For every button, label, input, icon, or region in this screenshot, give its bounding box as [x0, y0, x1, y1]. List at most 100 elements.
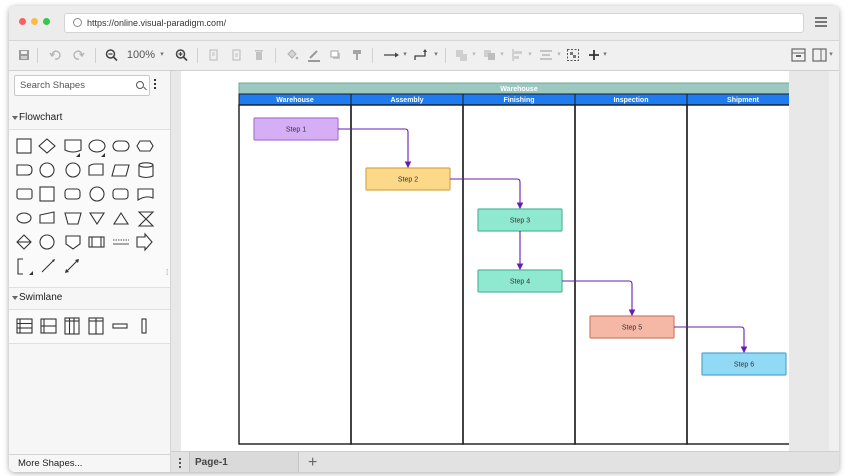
sidebar-collapse-handle[interactable]: ⁞ — [166, 268, 168, 277]
stored-data-shape-icon[interactable] — [64, 188, 81, 200]
preparation-shape-icon[interactable] — [136, 140, 154, 152]
terminator-ellipse-shape-icon[interactable] — [88, 139, 106, 153]
panel-toggle-icon[interactable] — [791, 47, 806, 63]
vertical-scrollbar[interactable] — [829, 71, 839, 451]
connector-arrow[interactable] — [674, 326, 748, 354]
arrow-shape-icon[interactable] — [136, 232, 153, 252]
vertical-pool-shape-icon[interactable] — [64, 317, 80, 335]
data-shape-icon[interactable] — [111, 164, 130, 177]
to-back-chevron-icon[interactable]: ▾ — [498, 47, 506, 63]
process-shape-icon[interactable] — [16, 138, 32, 154]
delay-shape-icon[interactable] — [16, 164, 33, 176]
paper-tape-shape-icon[interactable] — [137, 188, 154, 201]
add-icon[interactable] — [588, 47, 600, 63]
align-chevron-icon[interactable]: ▾ — [526, 47, 534, 63]
zoom-out-icon[interactable] — [105, 47, 118, 63]
line-color-icon[interactable] — [307, 47, 321, 63]
manual-operation-shape-icon[interactable] — [16, 188, 33, 200]
ellipse-shape-icon[interactable] — [16, 212, 32, 224]
vertical-separator-shape-icon[interactable] — [141, 318, 147, 334]
horizontal-pool-shape-icon[interactable] — [16, 318, 33, 334]
trapezoid-shape-icon[interactable] — [64, 212, 82, 225]
add-page-icon[interactable]: + — [308, 453, 317, 472]
page-tab[interactable]: Page-1 — [189, 452, 299, 472]
save-icon[interactable] — [18, 47, 30, 63]
add-dropdown-chevron-icon[interactable]: ▾ — [601, 47, 609, 63]
zoom-level[interactable]: 100% — [125, 47, 157, 63]
diagram-canvas[interactable]: Warehouse Warehouse Assembly Finishing Inspe… — [171, 71, 829, 451]
minimize-window-dot[interactable] — [31, 18, 38, 25]
close-window-dot[interactable] — [19, 18, 26, 25]
more-shapes-button[interactable]: More Shapes... — [9, 454, 170, 472]
connector-arrow[interactable] — [338, 128, 412, 169]
layout-icon[interactable] — [812, 47, 827, 63]
align-icon[interactable] — [511, 47, 525, 63]
decision-shape-icon[interactable] — [38, 138, 56, 154]
zoom-dropdown-chevron-icon[interactable]: ▾ — [158, 47, 166, 63]
browser-menu-icon[interactable] — [815, 17, 827, 27]
distribute-chevron-icon[interactable]: ▾ — [555, 47, 563, 63]
collate-shape-icon[interactable] — [137, 211, 155, 227]
zoom-in-icon[interactable] — [175, 47, 188, 63]
connector-arrow[interactable] — [450, 178, 524, 210]
layout-chevron-icon[interactable]: ▾ — [827, 47, 835, 63]
or-shape-icon[interactable] — [65, 162, 81, 178]
internal-storage-shape-icon[interactable] — [39, 186, 55, 202]
swimlane[interactable] — [350, 104, 464, 445]
off-page-shape-icon[interactable] — [65, 235, 81, 250]
swimlane[interactable] — [574, 104, 688, 445]
merge-shape-icon[interactable] — [88, 212, 106, 226]
paste-icon[interactable] — [231, 47, 242, 63]
circle-shape-icon[interactable] — [39, 234, 55, 250]
to-front-chevron-icon[interactable]: ▾ — [470, 47, 478, 63]
group-icon[interactable] — [566, 47, 580, 63]
page-menu-icon[interactable] — [179, 458, 181, 470]
waypoint-dropdown-chevron-icon[interactable]: ▾ — [432, 47, 440, 63]
line-shape-icon[interactable] — [41, 259, 55, 273]
to-back-icon[interactable] — [483, 47, 497, 63]
distribute-icon[interactable] — [538, 47, 554, 63]
format-painter-icon[interactable] — [350, 47, 364, 63]
toolbar-divider — [197, 48, 198, 63]
sidebar-menu-icon[interactable] — [154, 79, 156, 91]
maximize-window-dot[interactable] — [43, 18, 50, 25]
database-top-icon — [138, 162, 154, 168]
search-shapes-input[interactable]: Search Shapes — [14, 75, 150, 96]
waypoint-style-icon[interactable] — [413, 47, 431, 63]
rounded-rect-shape-icon[interactable] — [112, 140, 130, 152]
diagram-page[interactable]: Warehouse Warehouse Assembly Finishing Inspe… — [181, 71, 800, 451]
connector-shape-icon[interactable] — [89, 186, 105, 202]
section-header-swimlane[interactable]: Swimlane — [9, 287, 170, 310]
fill-color-icon[interactable] — [285, 47, 299, 63]
undo-icon[interactable] — [49, 47, 62, 63]
swimlane-diagram[interactable]: Warehouse Warehouse Assembly Finishing Inspe… — [181, 71, 800, 451]
summing-junction-shape-icon[interactable] — [39, 162, 55, 178]
site-info-icon — [73, 18, 82, 27]
connector-style-icon[interactable] — [383, 47, 401, 63]
bracket-shape-icon[interactable] — [17, 258, 23, 275]
card-shape-icon[interactable] — [88, 163, 104, 176]
redo-icon[interactable] — [72, 47, 85, 63]
pool-title: Warehouse — [500, 86, 538, 93]
display-shape-icon[interactable] — [112, 188, 129, 200]
horizontal-lane-shape-icon[interactable] — [40, 318, 57, 334]
horizontal-separator-shape-icon[interactable] — [112, 323, 128, 329]
swimlane[interactable] — [686, 104, 800, 445]
search-icon[interactable] — [136, 81, 144, 89]
delete-icon[interactable] — [253, 47, 265, 63]
bidirectional-line-shape-icon[interactable] — [65, 259, 79, 273]
document-shape-icon[interactable] — [64, 139, 82, 153]
connector-dropdown-chevron-icon[interactable]: ▾ — [401, 47, 409, 63]
manual-input-shape-icon[interactable] — [39, 211, 55, 224]
extract-shape-icon[interactable] — [112, 211, 130, 225]
section-header-flowchart[interactable]: Flowchart — [9, 107, 170, 130]
swimlane[interactable] — [238, 104, 352, 445]
copy-icon[interactable] — [208, 47, 219, 63]
address-bar[interactable]: https://online.visual-paradigm.com/ — [64, 13, 804, 33]
annotation-shape-icon[interactable] — [113, 239, 129, 245]
connector-arrow[interactable] — [562, 280, 636, 317]
vertical-lane-shape-icon[interactable] — [88, 317, 104, 335]
shadow-icon[interactable] — [329, 47, 342, 63]
to-front-icon[interactable] — [455, 47, 469, 63]
predefined-process-shape-icon[interactable] — [88, 236, 105, 248]
